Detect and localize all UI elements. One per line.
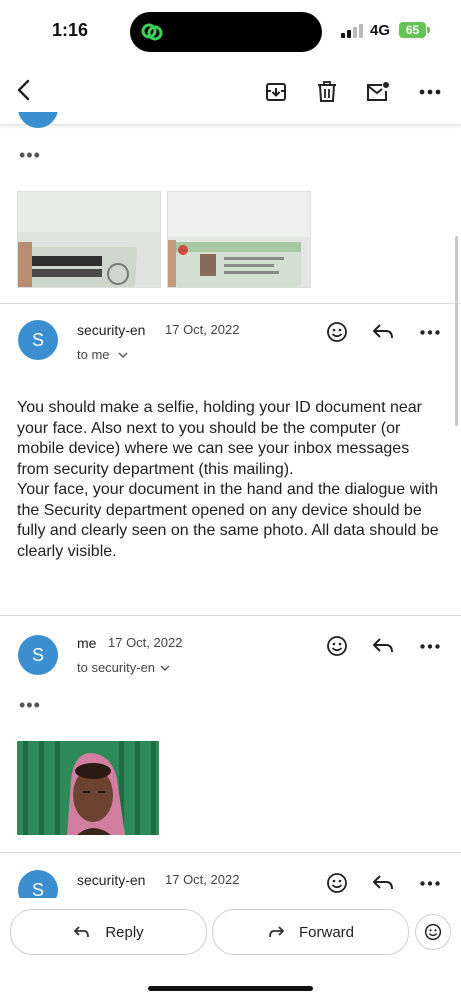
dynamic-island <box>130 12 322 52</box>
message-body: You should make a selfie, holding your I… <box>17 398 442 562</box>
chevron-left-icon <box>17 79 30 101</box>
toolbar <box>0 56 461 125</box>
archive-button[interactable] <box>260 76 292 108</box>
recipient-label: to me <box>77 347 110 362</box>
smiley-icon <box>327 636 347 656</box>
avatar[interactable]: S <box>18 320 58 360</box>
message-date: 17 Oct, 2022 <box>108 635 183 650</box>
forward-icon <box>269 926 285 938</box>
chevron-down-icon <box>160 665 170 671</box>
emoji-react-button[interactable] <box>415 914 451 950</box>
reply-button[interactable] <box>368 630 400 662</box>
mail-unread-icon <box>367 82 389 101</box>
id-card-photo <box>18 192 160 287</box>
forward-label: Forward <box>298 923 354 941</box>
add-reaction-button[interactable] <box>321 867 353 899</box>
trash-icon <box>318 81 336 102</box>
attachment-thumbnail[interactable] <box>17 191 161 288</box>
quoted-text-toggle[interactable]: ••• <box>19 695 41 716</box>
message-divider <box>0 615 461 616</box>
more-horizontal-icon <box>420 880 440 886</box>
recipient-details-toggle[interactable]: to me <box>77 347 128 362</box>
home-indicator[interactable] <box>148 986 313 991</box>
reply-button[interactable] <box>368 316 400 348</box>
message-divider <box>0 303 461 304</box>
message-more-button[interactable] <box>414 316 446 348</box>
more-options-button[interactable] <box>414 76 446 108</box>
previous-avatar-fragment <box>18 112 58 128</box>
message-more-button[interactable] <box>414 630 446 662</box>
reply-label: Reply <box>105 923 144 941</box>
add-reaction-button[interactable] <box>321 630 353 662</box>
delete-button[interactable] <box>311 76 343 108</box>
quoted-text-toggle[interactable]: ••• <box>19 145 41 166</box>
more-horizontal-icon <box>419 89 441 95</box>
battery-tip <box>427 27 430 33</box>
message-paragraph: You should make a selfie, holding your I… <box>17 399 422 478</box>
selfie-photo <box>17 741 159 835</box>
message-date: 17 Oct, 2022 <box>165 872 240 887</box>
add-reaction-button[interactable] <box>321 316 353 348</box>
smiley-icon <box>424 923 442 941</box>
reply-icon <box>373 324 393 339</box>
forward-button[interactable]: Forward <box>212 909 409 955</box>
id-card-front-photo <box>168 192 310 287</box>
recipient-details-toggle[interactable]: to security-en <box>77 660 170 675</box>
avatar[interactable]: S <box>18 635 58 675</box>
scrollbar[interactable] <box>455 236 458 426</box>
link-app-icon <box>141 23 163 41</box>
message-more-button[interactable] <box>414 867 446 899</box>
more-horizontal-icon <box>420 329 440 335</box>
reply-icon <box>373 875 393 890</box>
message-date: 17 Oct, 2022 <box>165 322 240 337</box>
reply-button[interactable] <box>368 867 400 899</box>
avatar-circle: S <box>18 870 58 900</box>
archive-icon <box>266 83 286 101</box>
battery-icon: 65 <box>399 22 426 38</box>
message-divider <box>0 852 461 853</box>
attachment-thumbnail[interactable] <box>17 741 159 835</box>
chevron-down-icon <box>118 352 128 358</box>
status-time: 1:16 <box>52 20 89 40</box>
more-horizontal-icon <box>420 643 440 649</box>
recipient-label: to security-en <box>77 660 156 675</box>
sender-name: security-en <box>77 322 146 338</box>
mark-unread-button[interactable] <box>362 76 394 108</box>
message-paragraph: Your face, your document in the hand and… <box>17 481 439 560</box>
attachment-thumbnail[interactable] <box>167 191 311 288</box>
reply-all-button[interactable]: Reply <box>10 909 207 955</box>
back-button[interactable] <box>8 74 40 106</box>
sender-name: security-en <box>77 872 146 888</box>
sender-name: me <box>77 635 97 651</box>
network-type: 4G <box>370 22 391 39</box>
smiley-icon <box>327 873 347 893</box>
avatar[interactable]: S <box>18 870 58 900</box>
smiley-icon <box>327 322 347 342</box>
reply-icon <box>74 926 90 938</box>
cellular-signal-icon <box>341 24 365 38</box>
reply-icon <box>373 638 393 653</box>
